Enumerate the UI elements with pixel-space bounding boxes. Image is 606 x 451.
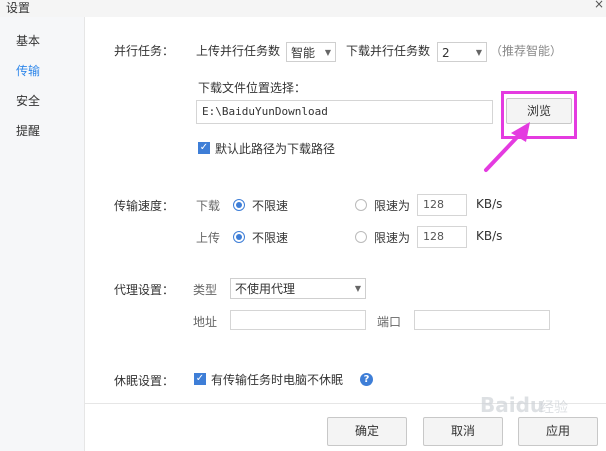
upload-limit-label: 限速为 xyxy=(374,231,411,245)
recommend-hint: （推荐智能） xyxy=(490,44,563,58)
svg-text:Baidu: Baidu xyxy=(480,393,544,417)
proxy-type-value: 不使用代理 xyxy=(235,282,296,296)
proxy-port-label: 端口 xyxy=(377,315,402,329)
sleep-section-label: 休眠设置： xyxy=(114,374,175,388)
svg-text:经验: 经验 xyxy=(540,400,568,416)
sidebar: 基本 传输 安全 提醒 xyxy=(0,17,85,451)
sleep-checkbox[interactable]: ✓ xyxy=(194,373,206,385)
window-title: 设置 xyxy=(6,1,31,15)
download-speed-label: 下载 xyxy=(196,199,221,213)
download-path-input[interactable]: E:\BaiduYunDownload xyxy=(196,100,493,124)
chevron-down-icon: ▼ xyxy=(475,48,482,57)
sidebar-item-security[interactable]: 安全 xyxy=(16,92,40,109)
chevron-down-icon: ▼ xyxy=(324,48,331,57)
proxy-type-select[interactable]: 不使用代理 ▼ xyxy=(230,278,366,299)
default-path-checkbox[interactable]: ✓ xyxy=(198,142,210,154)
download-limit-label: 限速为 xyxy=(374,199,411,213)
title-bar: 设置 × xyxy=(0,0,606,17)
help-icon[interactable]: ? xyxy=(360,373,373,386)
sidebar-item-basic[interactable]: 基本 xyxy=(16,32,40,49)
sleep-checkbox-label: 有传输任务时电脑不休眠 xyxy=(211,373,344,387)
upload-limit-radio[interactable] xyxy=(355,231,367,243)
upload-unlimited-radio[interactable] xyxy=(233,231,245,243)
download-unit-label: KB/s xyxy=(476,197,503,211)
proxy-address-input[interactable] xyxy=(230,310,366,330)
annotation-arrow-icon xyxy=(484,122,530,172)
speed-section-label: 传输速度： xyxy=(114,199,175,213)
upload-parallel-value: 智能 xyxy=(291,46,316,60)
download-parallel-select[interactable]: 2 ▼ xyxy=(437,42,487,62)
proxy-port-input[interactable] xyxy=(414,310,550,330)
download-unlimited-radio[interactable] xyxy=(233,199,245,211)
sidebar-item-reminder[interactable]: 提醒 xyxy=(16,122,40,139)
download-parallel-label: 下载并行任务数 xyxy=(346,44,431,58)
download-limit-radio[interactable] xyxy=(355,199,367,211)
upload-parallel-label: 上传并行任务数 xyxy=(196,44,281,58)
upload-unit-label: KB/s xyxy=(476,229,503,243)
location-title: 下载文件位置选择： xyxy=(198,81,307,95)
close-icon[interactable]: × xyxy=(594,0,604,11)
default-path-label: 默认此路径为下载路径 xyxy=(215,142,336,156)
baidu-watermark-logo: Baidu 经验 xyxy=(480,393,568,417)
proxy-type-label: 类型 xyxy=(193,283,218,297)
upload-limit-input[interactable]: 128 xyxy=(417,226,467,248)
chevron-down-icon: ▼ xyxy=(354,284,361,293)
download-unlimited-label: 不限速 xyxy=(252,199,289,213)
sidebar-item-transfer[interactable]: 传输 xyxy=(16,62,40,79)
proxy-section-label: 代理设置： xyxy=(114,283,175,297)
proxy-address-label: 地址 xyxy=(193,315,218,329)
upload-speed-label: 上传 xyxy=(196,231,221,245)
upload-parallel-select[interactable]: 智能 ▼ xyxy=(286,42,336,62)
ok-button[interactable]: 确定 xyxy=(327,417,407,446)
download-parallel-value: 2 xyxy=(442,46,450,60)
upload-unlimited-label: 不限速 xyxy=(252,231,289,245)
download-limit-input[interactable]: 128 xyxy=(417,194,467,216)
parallel-section-label: 并行任务： xyxy=(114,44,175,58)
